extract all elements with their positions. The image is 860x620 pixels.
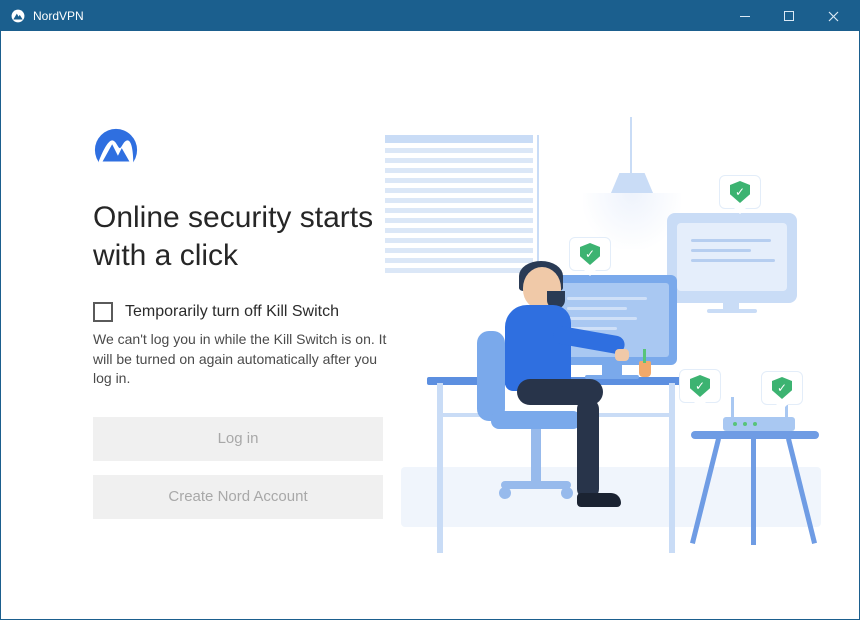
killswitch-checkbox-label: Temporarily turn off Kill Switch bbox=[125, 303, 339, 321]
shield-check-icon: ✓ bbox=[719, 175, 761, 209]
killswitch-checkbox[interactable] bbox=[93, 302, 113, 322]
create-account-button[interactable]: Create Nord Account bbox=[93, 475, 383, 519]
close-button[interactable] bbox=[811, 1, 855, 31]
window-blinds-icon bbox=[385, 135, 533, 279]
create-account-button-label: Create Nord Account bbox=[168, 488, 307, 505]
shield-check-icon: ✓ bbox=[679, 369, 721, 403]
left-panel: Online security starts with a click Temp… bbox=[1, 31, 411, 619]
maximize-button[interactable] bbox=[767, 1, 811, 31]
chair-icon bbox=[477, 331, 505, 421]
title-bar[interactable]: NordVPN bbox=[1, 1, 859, 31]
minimize-button[interactable] bbox=[723, 1, 767, 31]
illustration: ✓ ✓ ✓ ✓ bbox=[407, 117, 837, 557]
shield-check-icon: ✓ bbox=[761, 371, 803, 405]
killswitch-help-text: We can't log you in while the Kill Switc… bbox=[93, 330, 391, 389]
app-window: NordVPN Online security starts with a cl… bbox=[0, 0, 860, 620]
illustration-panel: ✓ ✓ ✓ ✓ bbox=[411, 31, 859, 619]
shield-check-icon: ✓ bbox=[569, 237, 611, 271]
page-heading: Online security starts with a click bbox=[93, 199, 391, 274]
nordvpn-mountain-icon bbox=[11, 9, 25, 23]
window-title: NordVPN bbox=[33, 9, 84, 23]
login-button[interactable]: Log in bbox=[93, 417, 383, 461]
login-button-label: Log in bbox=[218, 430, 259, 447]
lamp-icon bbox=[611, 173, 653, 193]
killswitch-checkbox-row: Temporarily turn off Kill Switch bbox=[93, 302, 391, 322]
window-body: Online security starts with a click Temp… bbox=[1, 31, 859, 619]
nordvpn-logo-icon bbox=[93, 127, 139, 173]
cup-icon bbox=[639, 361, 651, 377]
